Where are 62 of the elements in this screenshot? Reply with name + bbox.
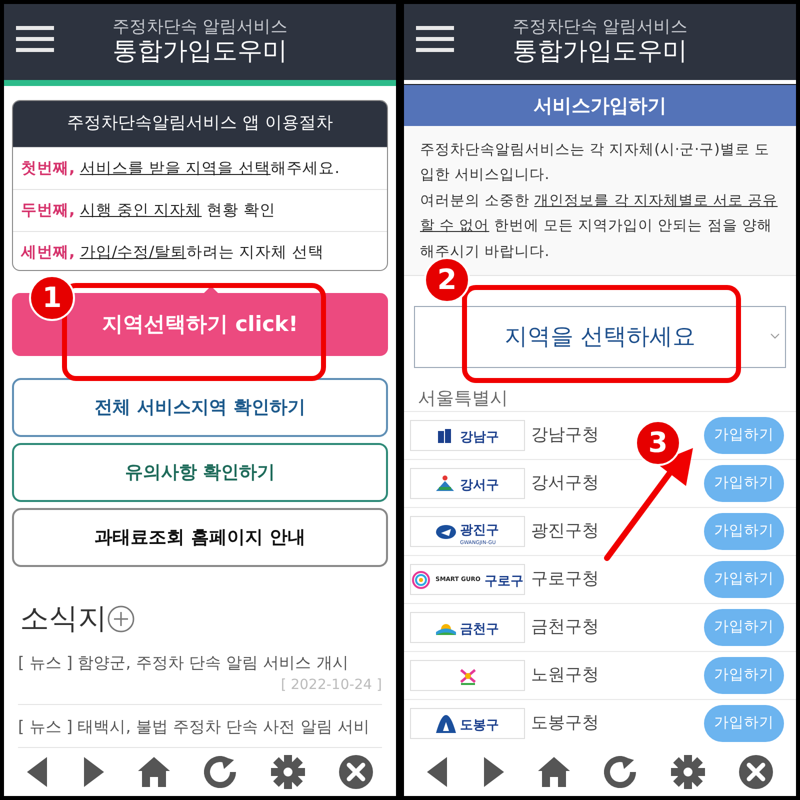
step-text: 두번째, 시행 중인 지자체 현황 확인 — [13, 188, 387, 231]
settings-icon[interactable] — [671, 755, 706, 789]
card-title: 주정차단속알림서비스 앱 이용절차 — [13, 101, 387, 146]
notice-text: 주정차단속알림서비스는 각 지자체(시·군·구)별로 도입한 서비스입니다. — [420, 141, 770, 186]
district-name: 노원구청 — [531, 664, 599, 688]
menu-button[interactable]: 과태료조회 홈페이지 안내 — [12, 508, 388, 568]
step-text: 첫번째, 서비스를 받을 지역을 선택해주세요. — [13, 146, 387, 189]
app-title: 통합가입도우미 — [512, 37, 688, 66]
emblem-icon — [458, 666, 478, 685]
logo-text: 구로구 — [484, 574, 524, 589]
join-button[interactable]: 가입하기 — [704, 465, 784, 502]
region-select[interactable]: 지역을 선택하세요 — [414, 306, 786, 368]
emblem-icon — [412, 570, 432, 589]
callout-number: 3 — [635, 420, 681, 466]
district-name: 구로구청 — [531, 568, 599, 592]
join-button[interactable]: 가입하기 — [704, 609, 784, 646]
refresh-icon[interactable] — [204, 756, 238, 788]
section-title: 소식지 — [20, 600, 107, 638]
news-link[interactable]: [ 뉴스 ] 함양군, 주정차 단속 알림 서비스 개시 — [18, 650, 348, 675]
settings-icon[interactable] — [271, 754, 306, 789]
district-name: 광진구청 — [531, 520, 599, 544]
add-icon[interactable] — [107, 605, 135, 634]
menu-icon[interactable] — [416, 26, 454, 52]
join-button[interactable]: 가입하기 — [704, 513, 784, 550]
forward-icon[interactable] — [82, 756, 104, 787]
refresh-icon[interactable] — [604, 756, 638, 788]
back-icon[interactable] — [26, 756, 49, 787]
emblem-icon — [436, 714, 456, 733]
logo-text: 강서구 — [460, 478, 499, 493]
logo-text: 광진구 — [460, 523, 499, 538]
logo-text: 금천구 — [460, 622, 499, 637]
chevron-icon — [770, 332, 780, 339]
menu-icon[interactable] — [16, 26, 54, 52]
group-label: 서울특별시 — [418, 388, 509, 410]
forward-icon[interactable] — [482, 757, 504, 787]
news-link[interactable]: [ 뉴스 ] 태백시, 불법 주정차 단속 사전 알림 서비 — [18, 714, 370, 739]
app-subtitle: 주정차단속 알림서비스 — [512, 18, 688, 38]
join-button[interactable]: 가입하기 — [704, 657, 784, 694]
section-header: 서비스가입하기 — [404, 84, 796, 126]
menu-button[interactable]: 유의사항 확인하기 — [12, 443, 388, 502]
back-icon[interactable] — [426, 757, 449, 787]
district-name: 강서구청 — [531, 472, 599, 496]
logo-text: 강남구 — [460, 430, 499, 445]
home-icon[interactable] — [138, 756, 170, 787]
join-button[interactable]: 가입하기 — [704, 705, 784, 742]
callout-number: 1 — [29, 275, 75, 321]
join-button[interactable]: 가입하기 — [704, 417, 784, 454]
app-title: 통합가입도우미 — [112, 37, 288, 66]
district-name: 도봉구청 — [531, 712, 599, 736]
menu-button[interactable]: 전체 서비스지역 확인하기 — [12, 378, 388, 438]
app-subtitle: 주정차단속 알림서비스 — [112, 18, 288, 38]
district-name: 강남구청 — [531, 424, 599, 448]
close-icon[interactable] — [739, 755, 774, 789]
close-icon[interactable] — [339, 754, 374, 789]
step-text: 세번째, 가입/수정/탈퇴하려는 지자체 선택 — [13, 231, 387, 270]
news-date: [ 2022-10-24 ] — [280, 676, 382, 695]
district-name: 금천구청 — [531, 616, 599, 640]
logo-text: 도봉구 — [460, 718, 499, 733]
join-button[interactable]: 가입하기 — [704, 561, 784, 598]
emblem-icon — [436, 474, 456, 493]
home-icon[interactable] — [538, 757, 570, 787]
emblem-icon — [436, 522, 456, 541]
